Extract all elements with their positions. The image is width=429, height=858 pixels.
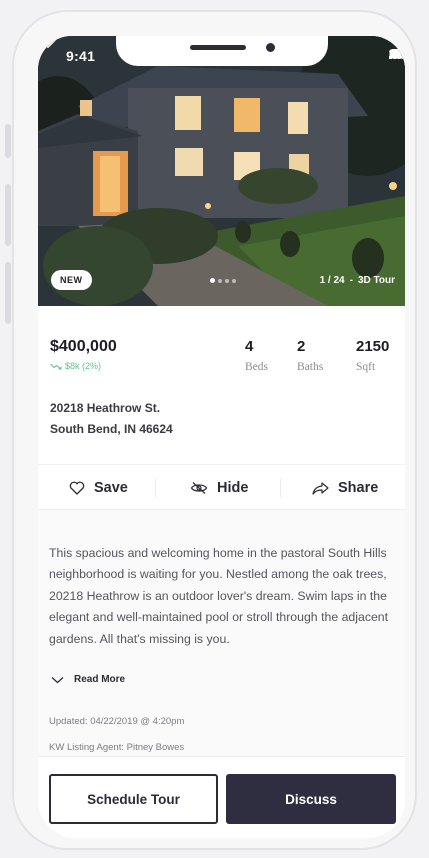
save-label: Save (94, 480, 128, 496)
sqft-label: Sqft (356, 361, 376, 373)
pagination-dot (232, 278, 236, 283)
listing-price: $400,000 (50, 338, 117, 355)
photo-meta: 1 / 24 - 3D Tour (320, 275, 395, 286)
price-change-value: $8k (2%) (65, 361, 102, 371)
price-change: $8k (2%) (50, 361, 101, 371)
address-line1: 20218 Heathrow St. (50, 401, 161, 415)
eye-off-icon (190, 482, 208, 494)
chevron-down-icon (51, 676, 64, 683)
baths-value: 2 (297, 338, 306, 355)
hide-label: Hide (217, 480, 249, 496)
stat-baths: 2 Baths (297, 338, 323, 373)
trend-down-icon (50, 363, 62, 370)
beds-label: Beds (245, 361, 268, 373)
share-label: Share (338, 480, 379, 496)
read-more-label: Read More (74, 674, 126, 685)
photo-counter: 1 / 24 (319, 275, 345, 286)
photo-meta-separator: - (349, 275, 353, 286)
listing-description: This spacious and welcoming home in the … (49, 546, 389, 646)
share-button[interactable]: Share (312, 465, 378, 511)
app-screen: 9:41 NEW 1 / 24 - 3D Tour $400,000 $8k (… (38, 36, 405, 838)
bottom-action-bar: Schedule Tour Discuss (38, 756, 405, 838)
new-badge: NEW (51, 270, 92, 290)
share-arrow-icon (312, 481, 329, 495)
stat-beds: 4 Beds (245, 338, 268, 373)
battery-icon (389, 49, 405, 59)
phone-side-button (5, 184, 11, 246)
front-camera (266, 43, 275, 52)
action-divider (280, 479, 281, 497)
address-line2: South Bend, IN 46624 (50, 422, 173, 436)
stat-sqft: 2150 Sqft (356, 338, 389, 373)
sqft-value: 2150 (356, 338, 390, 355)
pagination-dot (218, 278, 222, 283)
listing-agent: KW Listing Agent: Pitney Bowes (49, 742, 185, 753)
action-bar: Save Hide Share (38, 464, 405, 510)
phone-side-button (5, 262, 11, 324)
phone-notch (116, 36, 328, 66)
house-photo-illustration (38, 36, 405, 306)
read-more-toggle[interactable]: Read More (51, 674, 125, 685)
schedule-tour-button[interactable]: Schedule Tour (49, 774, 218, 824)
3d-tour-link[interactable]: 3D Tour (358, 275, 395, 286)
action-divider (155, 479, 156, 497)
status-time: 9:41 (66, 48, 96, 64)
phone-side-button (5, 124, 11, 158)
listing-photo[interactable]: 9:41 NEW 1 / 24 - 3D Tour (38, 36, 405, 306)
save-button[interactable]: Save (69, 465, 128, 511)
pagination-dot (210, 278, 215, 283)
collapse-chevron-icon[interactable] (38, 36, 58, 50)
speaker-grille (190, 45, 246, 50)
discuss-button[interactable]: Discuss (226, 774, 396, 824)
baths-label: Baths (297, 361, 324, 373)
hide-button[interactable]: Hide (190, 465, 248, 511)
heart-icon (69, 481, 85, 495)
pagination-dot (225, 278, 229, 283)
updated-timestamp: Updated: 04/22/2019 @ 4:20pm (49, 716, 185, 727)
beds-value: 4 (245, 338, 254, 355)
listing-address: 20218 Heathrow St. South Bend, IN 46624 (50, 398, 173, 440)
photo-pagination-dots[interactable] (210, 278, 236, 283)
